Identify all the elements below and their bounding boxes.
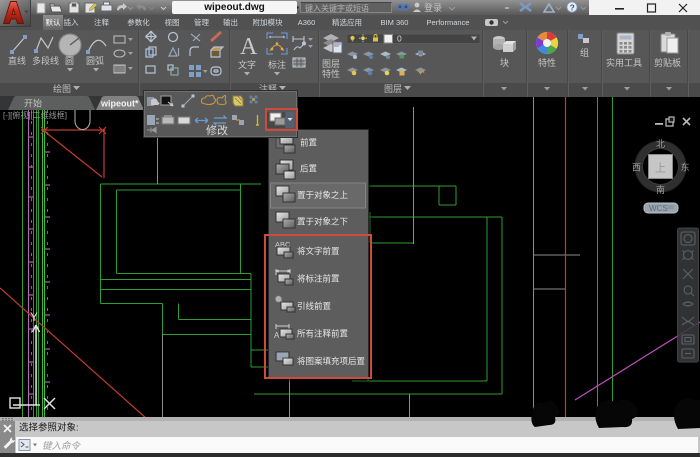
svg-text:置于对象之上: 置于对象之上 bbox=[297, 190, 349, 200]
svg-text:文字: 文字 bbox=[238, 59, 256, 70]
svg-text:西: 西 bbox=[632, 163, 641, 173]
svg-text:绘图: 绘图 bbox=[53, 83, 71, 94]
svg-text:[-][俯视][二维线框]: [-][俯视][二维线框] bbox=[3, 110, 67, 120]
svg-text:?: ? bbox=[570, 2, 575, 12]
svg-text:特性: 特性 bbox=[538, 57, 556, 68]
svg-text:图层: 图层 bbox=[322, 59, 340, 69]
svg-text:0: 0 bbox=[397, 34, 402, 44]
svg-text:南: 南 bbox=[656, 184, 665, 195]
svg-text:登录: 登录 bbox=[424, 3, 442, 13]
svg-text:圆弧: 圆弧 bbox=[86, 55, 104, 66]
svg-text:块: 块 bbox=[500, 57, 509, 68]
svg-text:WCS: WCS bbox=[649, 204, 668, 213]
svg-text:A: A bbox=[240, 34, 258, 60]
svg-text:实用工具: 实用工具 bbox=[606, 57, 642, 68]
svg-text:Y: Y bbox=[30, 310, 38, 324]
svg-text:上: 上 bbox=[655, 162, 666, 175]
svg-text:特性: 特性 bbox=[322, 68, 340, 79]
svg-text:后置: 后置 bbox=[300, 164, 318, 174]
svg-text:直线: 直线 bbox=[8, 55, 26, 66]
svg-text:前置: 前置 bbox=[300, 138, 318, 148]
svg-text:多段线: 多段线 bbox=[32, 55, 59, 66]
svg-text:图层: 图层 bbox=[384, 84, 402, 94]
svg-text:开始: 开始 bbox=[24, 98, 42, 109]
svg-text:修改: 修改 bbox=[206, 123, 228, 137]
svg-text:东: 东 bbox=[681, 162, 690, 173]
svg-text:圆: 圆 bbox=[65, 56, 74, 66]
svg-text:北: 北 bbox=[656, 139, 665, 149]
svg-text:剪贴板: 剪贴板 bbox=[654, 57, 681, 68]
svg-text:键入命令: 键入命令 bbox=[42, 440, 82, 452]
svg-text:置于对象之下: 置于对象之下 bbox=[297, 217, 349, 227]
svg-text:标注: 标注 bbox=[268, 59, 286, 70]
svg-text:组: 组 bbox=[580, 47, 589, 58]
svg-text:wipeout*: wipeout* bbox=[100, 99, 139, 109]
